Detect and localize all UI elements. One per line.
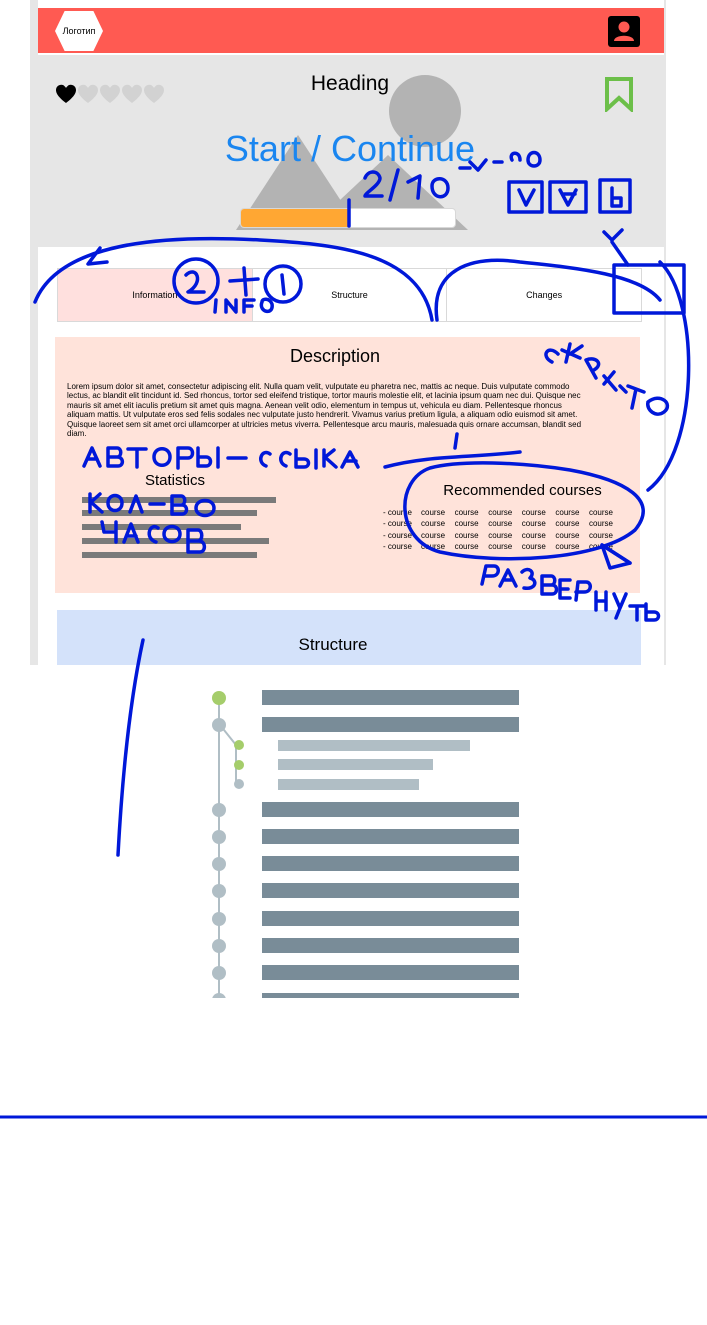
annotation-overlay: [0, 150, 707, 1119]
